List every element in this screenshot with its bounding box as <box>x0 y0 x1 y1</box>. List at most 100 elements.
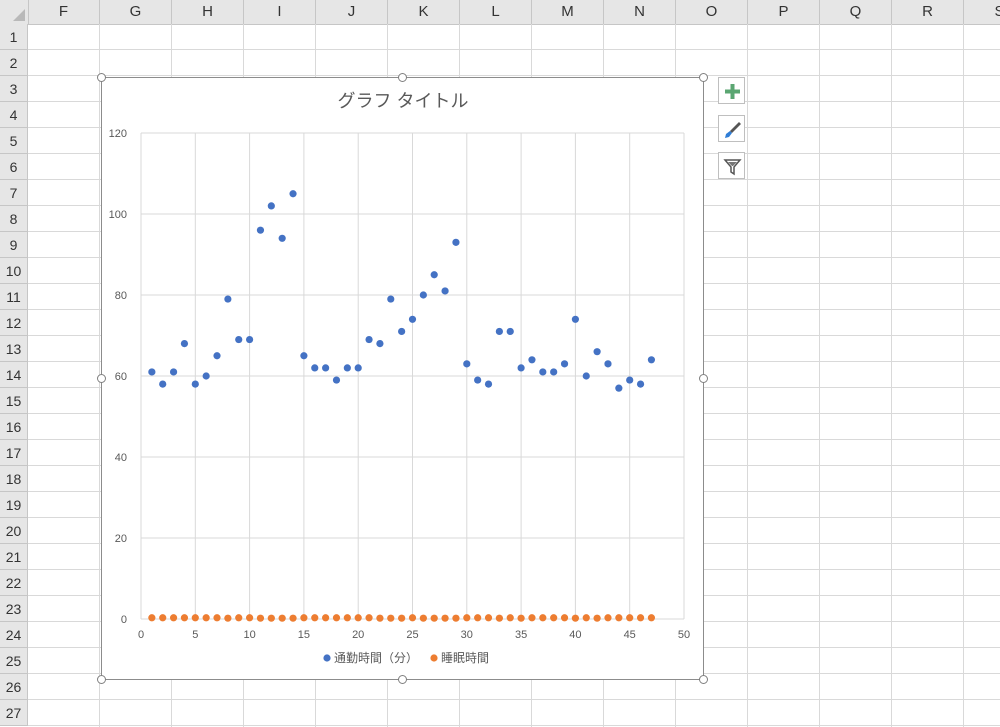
data-point-series-1 <box>408 315 417 323</box>
row-header-7[interactable]: 7 <box>0 180 28 206</box>
row-header-27[interactable]: 27 <box>0 700 28 726</box>
data-point-series-1 <box>463 360 471 368</box>
row-header-15[interactable]: 15 <box>0 388 28 414</box>
y-tick-label: 80 <box>115 290 127 302</box>
data-point-series-1 <box>278 234 286 242</box>
plus-icon <box>725 84 740 99</box>
resize-handle[interactable] <box>699 374 708 383</box>
column-header-i[interactable]: I <box>244 0 316 24</box>
data-point-series-2 <box>593 614 601 622</box>
select-all-corner[interactable] <box>0 0 29 24</box>
chart-elements-button[interactable] <box>718 77 745 104</box>
resize-handle[interactable] <box>699 675 708 684</box>
data-point-series-1 <box>148 368 156 376</box>
data-point-series-2 <box>354 614 362 622</box>
row-header-18[interactable]: 18 <box>0 466 28 492</box>
data-point-series-2 <box>495 614 503 622</box>
data-point-series-2 <box>604 614 612 622</box>
data-point-series-2 <box>626 614 634 622</box>
row-header-11[interactable]: 11 <box>0 284 28 310</box>
row-header-14[interactable]: 14 <box>0 362 28 388</box>
column-header-f[interactable]: F <box>28 0 100 24</box>
row-header-19[interactable]: 19 <box>0 492 28 518</box>
data-point-series-1 <box>571 315 579 323</box>
row-header-12[interactable]: 12 <box>0 310 28 336</box>
data-point-series-1 <box>246 335 254 344</box>
x-tick-label: 50 <box>678 629 690 641</box>
row-header-21[interactable]: 21 <box>0 544 28 570</box>
data-point-series-2 <box>322 614 330 622</box>
data-point-series-2 <box>647 614 656 622</box>
data-point-series-1 <box>354 364 362 372</box>
column-header-s[interactable]: S <box>964 0 1000 24</box>
data-point-series-1 <box>419 291 427 299</box>
data-point-series-1 <box>626 376 634 384</box>
row-header-20[interactable]: 20 <box>0 518 28 544</box>
row-header-5[interactable]: 5 <box>0 128 28 154</box>
data-point-series-1 <box>452 238 460 246</box>
column-header-n[interactable]: N <box>604 0 676 24</box>
resize-handle[interactable] <box>97 675 106 684</box>
data-point-series-1 <box>560 360 569 368</box>
column-header-h[interactable]: H <box>172 0 244 24</box>
y-tick-label: 20 <box>115 533 127 545</box>
data-point-series-2 <box>256 614 265 622</box>
data-point-series-1 <box>615 384 623 392</box>
column-header-k[interactable]: K <box>388 0 460 24</box>
row-header-4[interactable]: 4 <box>0 102 28 128</box>
data-point-series-1 <box>311 364 319 372</box>
data-point-series-1 <box>604 360 612 368</box>
resize-handle[interactable] <box>699 73 708 82</box>
x-tick-label: 10 <box>243 629 255 641</box>
chart-plot-area: グラフ タイトル 0 20 40 60 80 100 120 0 5 10 15 20 25 30 35 40 4… <box>109 91 690 665</box>
row-header-25[interactable]: 25 <box>0 648 28 674</box>
row-header-17[interactable]: 17 <box>0 440 28 466</box>
row-header-3[interactable]: 3 <box>0 76 28 102</box>
row-header-22[interactable]: 22 <box>0 570 28 596</box>
resize-handle[interactable] <box>97 374 106 383</box>
data-point-series-2 <box>235 614 243 622</box>
resize-handle[interactable] <box>97 73 106 82</box>
data-point-series-2 <box>398 614 406 622</box>
row-header-16[interactable]: 16 <box>0 414 28 440</box>
row-header-8[interactable]: 8 <box>0 206 28 232</box>
data-point-series-1 <box>539 368 547 376</box>
gridline-horizontal <box>28 725 1000 726</box>
row-header-6[interactable]: 6 <box>0 154 28 180</box>
data-point-series-2 <box>148 614 156 622</box>
data-point-series-1 <box>593 348 601 356</box>
scatter-chart[interactable]: グラフ タイトル 0 20 40 60 80 100 120 0 5 10 15 20 25 30 35 40 4… <box>97 73 708 684</box>
x-tick-label: 25 <box>406 629 418 641</box>
data-point-series-2 <box>267 614 275 622</box>
column-header-p[interactable]: P <box>748 0 820 24</box>
column-header-g[interactable]: G <box>100 0 172 24</box>
chart-filters-button[interactable] <box>718 152 745 179</box>
data-point-series-1 <box>343 364 351 372</box>
row-header-2[interactable]: 2 <box>0 50 28 76</box>
column-header-j[interactable]: J <box>316 0 388 24</box>
row-header-13[interactable]: 13 <box>0 336 28 362</box>
data-point-series-2 <box>159 614 167 622</box>
row-header-9[interactable]: 9 <box>0 232 28 258</box>
data-point-series-2 <box>311 614 319 622</box>
data-point-series-1 <box>289 190 297 198</box>
column-header-m[interactable]: M <box>532 0 604 24</box>
row-header-23[interactable]: 23 <box>0 596 28 622</box>
row-header-24[interactable]: 24 <box>0 622 28 648</box>
data-point-series-2 <box>191 614 199 622</box>
row-header-1[interactable]: 1 <box>0 24 28 50</box>
row-header-26[interactable]: 26 <box>0 674 28 700</box>
resize-handle[interactable] <box>398 675 407 684</box>
data-point-series-2 <box>408 614 417 622</box>
resize-handle[interactable] <box>398 73 407 82</box>
data-point-series-1 <box>202 372 210 380</box>
chart-styles-button[interactable] <box>718 115 745 142</box>
gridline-horizontal <box>28 75 1000 76</box>
column-header-l[interactable]: L <box>460 0 532 24</box>
column-header-o[interactable]: O <box>676 0 748 24</box>
data-point-series-1 <box>528 356 536 364</box>
data-point-series-1 <box>235 335 243 344</box>
column-header-r[interactable]: R <box>892 0 964 24</box>
column-header-q[interactable]: Q <box>820 0 892 24</box>
row-header-10[interactable]: 10 <box>0 258 28 284</box>
